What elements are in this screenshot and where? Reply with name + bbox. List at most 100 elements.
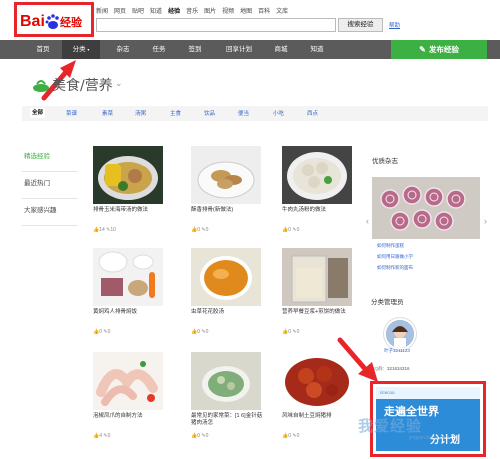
magazine-link[interactable]: 如何制作新的面布 [377,265,413,271]
card-comment-count: 0 [205,433,209,439]
topnav-tieba[interactable]: 贴吧 [132,6,144,16]
publish-experience-button[interactable]: ✎ 发布经验 [391,40,487,59]
card-meta: 👍0 ✎0 [191,329,209,335]
card-thumbnail [191,352,261,410]
card-thumbnail [93,248,163,306]
topnav-music[interactable]: 音乐 [186,6,198,16]
experience-card[interactable]: 黄焖鸡人排骨焖饭 👍0 ✎0 [93,248,163,343]
tab-staple[interactable]: 主食 [170,109,181,117]
nav-tasks[interactable]: 任务 [144,40,174,59]
topnav-jingyan[interactable]: 经验 [168,6,180,16]
topnav-news[interactable]: 新闻 [96,6,108,16]
card-like-count: 4 [99,433,103,439]
card-thumbnail [191,146,261,204]
magazine-link[interactable]: 如何制作蛋糕 [377,243,404,249]
chevron-left-icon[interactable]: ‹ [366,216,369,226]
topnav-web[interactable]: 网页 [114,6,126,16]
card-thumbnail [282,248,352,306]
qq-value: 321634316 [387,366,410,371]
topnav-map[interactable]: 地图 [240,6,252,16]
nav-magazine[interactable]: 杂志 [108,40,138,59]
experience-card[interactable]: 泡椒凤爪的自制方法 👍4 ✎0 [93,352,163,447]
card-meta: 👍0 ✎0 [93,329,111,335]
nav-share-plan[interactable]: 回享计划 [218,40,260,59]
magazine-title: 优质杂志 [372,158,398,165]
card-meta: 👍0 ✎0 [191,227,209,233]
admin-title: 分类管理员 [371,299,404,306]
card-like-count: 0 [288,433,292,439]
search-input[interactable] [96,18,336,32]
card-title[interactable]: 酥香排骨(新做法) [191,207,263,214]
help-link[interactable]: 帮助 [389,21,400,29]
watermark-url: jingyan.baidu.com [409,435,450,441]
experience-card[interactable]: 排骨玉米海带汤的做法 👍14 ✎10 [93,146,163,241]
card-title[interactable]: 排骨玉米海带汤的做法 [93,207,165,214]
nav-home[interactable]: 首页 [28,40,58,59]
card-title[interactable]: 营养早餐豆浆+煎饼的做法 [282,309,354,316]
card-meta: 👍4 ✎0 [93,433,111,439]
card-comment-count: 0 [107,329,111,335]
category-title: 美食/营养 [52,78,113,94]
tab-soup[interactable]: 汤粥 [135,109,146,117]
card-like-count: 0 [197,329,201,335]
card-thumbnail [191,248,261,306]
watermark-text: 我爱经验 [358,417,423,435]
tab-pastry[interactable]: 西点 [307,109,318,117]
tab-drinks[interactable]: 饮品 [204,109,215,117]
sidebar-item-recent-hot[interactable]: 最近热门 [22,172,78,199]
card-comment-count: 0 [205,329,209,335]
category-tabs: 全部 菜谱 素菜 汤粥 主食 饮品 便当 小吃 西点 [22,106,488,121]
card-like-count: 14 [99,227,105,233]
card-title[interactable]: 最常见的家常菜：[1 6]金针菇猪肉汤怎 [191,413,263,427]
sidebar-item-featured[interactable]: 精选经验 [22,145,78,172]
card-like-count: 0 [197,433,201,439]
topnav-baike[interactable]: 百科 [258,6,270,16]
experience-card[interactable]: 牛肉丸汤粉的做法 👍0 ✎0 [282,146,352,241]
nav-store[interactable]: 商城 [266,40,296,59]
avatar[interactable] [384,318,416,350]
chevron-right-icon[interactable]: › [484,216,487,226]
nav-signin[interactable]: 签到 [180,40,210,59]
experience-card[interactable]: 营养早餐豆浆+煎饼的做法 👍0 ✎0 [282,248,352,343]
topnav-video[interactable]: 视频 [222,6,234,16]
admin-name[interactable]: 叶子3211123 [384,348,410,354]
card-title[interactable]: 黄焖鸡人排骨焖饭 [93,309,165,316]
experience-card[interactable]: 虫草花花胶汤 👍0 ✎0 [191,248,261,343]
nav-zhidao[interactable]: 知道 [302,40,332,59]
card-title[interactable]: 虫草花花胶汤 [191,309,263,316]
card-comment-count: 0 [107,433,111,439]
topnav-zhidao[interactable]: 知道 [150,6,162,16]
card-meta: 👍0 ✎0 [282,433,300,439]
card-title[interactable]: 风味自制土豆焖猪排 [282,413,354,420]
experience-card[interactable]: 最常见的家常菜：[1 6]金针菇猪肉汤怎 👍0 ✎0 [191,352,263,447]
tab-all[interactable]: 全部 [30,108,46,118]
pen-icon: ✎ [419,45,426,54]
search-button[interactable]: 搜索经验 [338,18,383,32]
card-thumbnail [93,352,163,410]
publish-label: 发布经验 [428,45,459,54]
card-thumbnail [93,146,163,204]
topnav-images[interactable]: 图片 [204,6,216,16]
card-title[interactable]: 泡椒凤爪的自制方法 [93,413,165,420]
tab-bento[interactable]: 便当 [238,109,249,117]
nav-category[interactable]: 分类 ▾ [62,40,100,59]
experience-card[interactable]: 酥香排骨(新做法) 👍0 ✎0 [191,146,261,241]
category-chevron-icon[interactable]: ⌄ [115,78,123,89]
magazine-cover[interactable] [372,177,480,239]
food-category-icon [33,80,49,92]
card-comment-count: 10 [110,227,116,233]
card-title[interactable]: 牛肉丸汤粉的做法 [282,207,354,214]
topnav-wenku[interactable]: 文库 [276,6,288,16]
sidebar-item-interesting[interactable]: 大家感兴趣 [22,199,78,226]
chevron-down-icon: ▾ [87,47,90,52]
magazine-link[interactable]: 如何用日跟做小学 [377,254,413,260]
tab-recipes[interactable]: 菜谱 [66,109,77,117]
card-like-count: 0 [99,329,103,335]
card-thumbnail [282,146,352,204]
red-arrow-ad [337,337,378,382]
card-like-count: 0 [288,227,292,233]
tab-snacks[interactable]: 小吃 [273,109,284,117]
tab-vegetarian[interactable]: 素菜 [102,109,113,117]
card-comment-count: 0 [205,227,209,233]
card-comment-count: 0 [296,227,300,233]
